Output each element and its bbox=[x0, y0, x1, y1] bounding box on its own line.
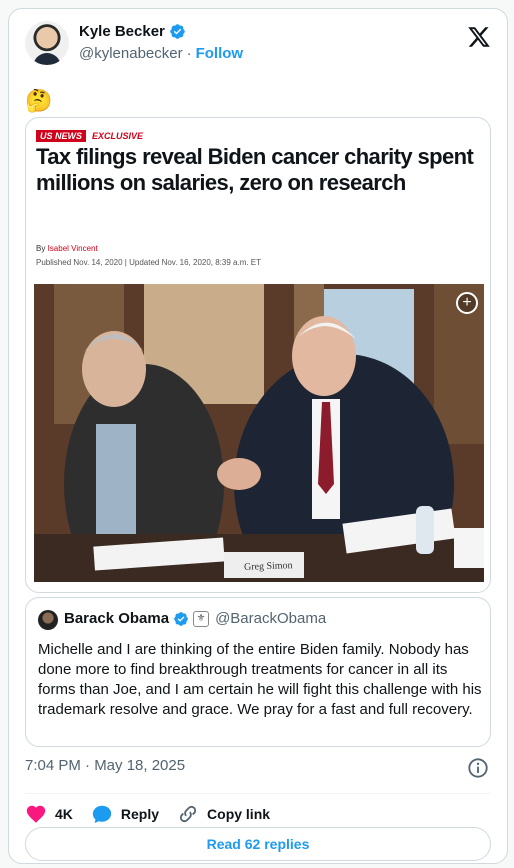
article-byline: By Isabel Vincent bbox=[36, 244, 98, 253]
actions-divider bbox=[25, 793, 491, 794]
info-icon[interactable] bbox=[467, 757, 489, 779]
like-count: 4K bbox=[55, 806, 73, 822]
author-handle-row: @kylenabecker · Follow bbox=[79, 45, 243, 62]
name-placard: Greg Simon bbox=[243, 560, 293, 573]
copy-link-button[interactable]: Copy link bbox=[177, 803, 270, 825]
link-icon bbox=[179, 805, 197, 823]
article-headline: Tax filings reveal Biden cancer charity … bbox=[36, 144, 474, 195]
plus-icon[interactable]: + bbox=[456, 292, 478, 314]
x-logo-icon[interactable] bbox=[467, 25, 491, 49]
reply-label: Reply bbox=[120, 806, 160, 822]
verified-badge-icon bbox=[170, 24, 185, 39]
reply-bubble-icon bbox=[92, 805, 112, 824]
copy-link-label: Copy link bbox=[207, 806, 271, 822]
author-handle[interactable]: @kylenabecker bbox=[79, 45, 183, 62]
quoted-author-handle: @BarackObama bbox=[215, 610, 327, 627]
section-tag: US NEWS bbox=[36, 130, 87, 142]
separator-dot: · bbox=[186, 45, 192, 62]
affiliation-seal-icon: ⚜ bbox=[193, 610, 210, 627]
tweet-timestamp[interactable]: 7:04 PM · May 18, 2025 bbox=[25, 757, 185, 774]
read-replies-button[interactable]: Read 62 replies bbox=[25, 827, 491, 861]
author-avatar[interactable] bbox=[25, 21, 69, 65]
heart-icon bbox=[26, 805, 46, 823]
photo-illustration bbox=[34, 284, 484, 582]
article-dates: Published Nov. 14, 2020 | Updated Nov. 1… bbox=[36, 258, 262, 267]
follow-button[interactable]: Follow bbox=[196, 45, 244, 62]
author-name[interactable]: Kyle Becker bbox=[79, 23, 165, 40]
post-text-emoji: 🤔 bbox=[25, 88, 53, 113]
quoted-author-avatar[interactable] bbox=[38, 610, 58, 630]
quoted-author-row: Barack Obama ⚜ @BarackObama bbox=[64, 610, 326, 627]
tweet-card: Kyle Becker @kylenabecker · Follow 🤔 US … bbox=[8, 8, 508, 864]
article-card[interactable]: US NEWS EXCLUSIVE Tax filings reveal Bid… bbox=[25, 117, 491, 593]
byline-author: Isabel Vincent bbox=[47, 244, 98, 253]
reply-button[interactable]: Reply bbox=[91, 803, 159, 825]
author-name-row: Kyle Becker bbox=[79, 23, 186, 40]
exclusive-tag: EXCLUSIVE bbox=[92, 131, 144, 141]
like-button[interactable]: 4K bbox=[25, 803, 73, 825]
article-photo: Greg Simon + bbox=[34, 284, 484, 582]
quoted-tweet[interactable]: Barack Obama ⚜ @BarackObama Michelle and… bbox=[25, 597, 491, 747]
tweet-header: Kyle Becker @kylenabecker · Follow bbox=[25, 21, 491, 69]
verified-badge-icon bbox=[174, 611, 188, 626]
byline-prefix: By bbox=[36, 244, 46, 253]
quoted-author-name[interactable]: Barack Obama bbox=[64, 610, 169, 627]
article-tags: US NEWS EXCLUSIVE bbox=[36, 130, 143, 142]
quoted-tweet-text: Michelle and I are thinking of the entir… bbox=[38, 641, 482, 718]
